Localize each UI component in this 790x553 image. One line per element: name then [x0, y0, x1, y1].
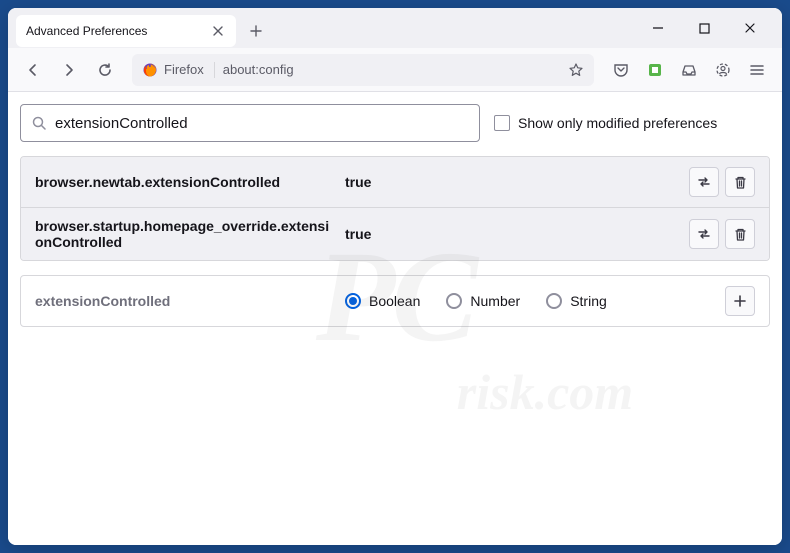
new-pref-name: extensionControlled: [35, 293, 335, 309]
nav-toolbar: Firefox about:config: [8, 48, 782, 92]
tab-title: Advanced Preferences: [26, 24, 202, 38]
bookmark-star-icon[interactable]: [568, 62, 584, 78]
url-bar[interactable]: Firefox about:config: [132, 54, 594, 86]
radio-number[interactable]: Number: [446, 293, 520, 309]
inbox-icon[interactable]: [674, 55, 704, 85]
new-tab-button[interactable]: [242, 17, 270, 45]
pref-actions: [689, 219, 755, 249]
radio-boolean[interactable]: Boolean: [345, 293, 420, 309]
close-window-button[interactable]: [736, 14, 764, 42]
type-radio-group: Boolean Number String: [345, 293, 715, 309]
forward-button[interactable]: [54, 55, 84, 85]
maximize-button[interactable]: [690, 14, 718, 42]
account-icon[interactable]: [708, 55, 738, 85]
app-menu-button[interactable]: [742, 55, 772, 85]
delete-button[interactable]: [725, 219, 755, 249]
close-tab-button[interactable]: [210, 23, 226, 39]
minimize-button[interactable]: [644, 14, 672, 42]
pref-row[interactable]: browser.startup.homepage_override.extens…: [21, 207, 769, 260]
extension-icon[interactable]: [640, 55, 670, 85]
search-box[interactable]: [20, 104, 480, 142]
search-icon: [31, 115, 47, 131]
delete-button[interactable]: [725, 167, 755, 197]
reload-button[interactable]: [90, 55, 120, 85]
back-button[interactable]: [18, 55, 48, 85]
pref-value: true: [345, 174, 679, 190]
url-text: about:config: [223, 62, 560, 77]
toggle-button[interactable]: [689, 219, 719, 249]
browser-window: Advanced Preferences: [8, 8, 782, 545]
radio-string[interactable]: String: [546, 293, 607, 309]
about-config-content: Show only modified preferences browser.n…: [8, 92, 782, 545]
radio-label: Boolean: [369, 293, 420, 309]
titlebar: Advanced Preferences: [8, 8, 782, 48]
radio-label: Number: [470, 293, 520, 309]
toolbar-actions: [606, 55, 772, 85]
radio-indicator: [546, 293, 562, 309]
toggle-button[interactable]: [689, 167, 719, 197]
preferences-list: browser.newtab.extensionControlled true …: [20, 156, 770, 261]
firefox-icon: [142, 62, 158, 78]
browser-tab[interactable]: Advanced Preferences: [16, 15, 236, 47]
radio-label: String: [570, 293, 607, 309]
new-preference-row: extensionControlled Boolean Number Strin…: [20, 275, 770, 327]
radio-indicator: [345, 293, 361, 309]
identity-box[interactable]: Firefox: [142, 62, 215, 78]
pref-row[interactable]: browser.newtab.extensionControlled true: [21, 157, 769, 207]
search-row: Show only modified preferences: [20, 104, 770, 142]
show-modified-label: Show only modified preferences: [518, 115, 717, 131]
window-controls: [644, 14, 774, 42]
identity-label: Firefox: [164, 62, 204, 77]
add-pref-button[interactable]: [725, 286, 755, 316]
show-modified-checkbox[interactable]: Show only modified preferences: [494, 115, 717, 131]
pref-name: browser.startup.homepage_override.extens…: [35, 218, 335, 250]
pref-name: browser.newtab.extensionControlled: [35, 174, 335, 190]
pref-value: true: [345, 226, 679, 242]
radio-indicator: [446, 293, 462, 309]
pocket-icon[interactable]: [606, 55, 636, 85]
search-input[interactable]: [55, 115, 469, 132]
checkbox-box: [494, 115, 510, 131]
pref-actions: [689, 167, 755, 197]
